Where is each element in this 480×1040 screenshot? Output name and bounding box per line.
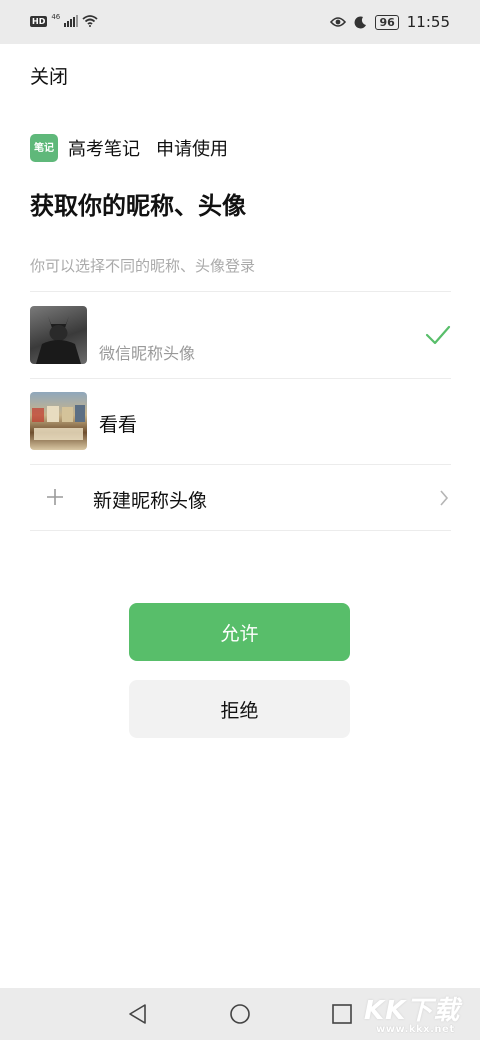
chevron-right-icon	[440, 490, 449, 506]
option-label: 看看	[99, 414, 138, 436]
avatar-photo-icon	[32, 405, 85, 440]
page-subtitle: 你可以选择不同的昵称、头像登录	[30, 257, 256, 275]
app-logo: 笔记	[30, 134, 58, 162]
clock: 11:55	[406, 13, 450, 31]
status-right: 96 11:55	[330, 13, 450, 31]
avatar-figure-icon	[36, 316, 81, 364]
watermark: KK下载 www.kkx.net	[360, 988, 480, 1040]
status-bar: HD 46 96 11:55	[0, 0, 480, 44]
signal-icon	[64, 15, 79, 27]
profile-option-wechat[interactable]: 微信昵称头像	[30, 292, 451, 378]
option-label: 微信昵称头像	[99, 344, 196, 363]
divider	[30, 464, 451, 465]
status-left: HD 46	[30, 13, 98, 27]
watermark-url: www.kkx.net	[376, 1024, 455, 1035]
app-identity: 笔记 高考笔记 申请使用	[30, 134, 228, 162]
home-icon[interactable]	[228, 1002, 252, 1026]
new-profile-option[interactable]: 新建昵称头像	[30, 466, 451, 530]
watermark-text: KK下载	[364, 996, 461, 1026]
moon-icon	[355, 15, 367, 28]
page-title: 获取你的昵称、头像	[30, 192, 246, 220]
profile-option-kankan[interactable]: 看看	[30, 379, 451, 465]
check-icon	[425, 325, 451, 345]
app-name: 高考笔记	[68, 139, 140, 160]
hd-badge: HD	[30, 15, 48, 27]
new-profile-label: 新建昵称头像	[93, 490, 208, 512]
battery-indicator: 96	[375, 14, 399, 30]
request-text: 申请使用	[156, 139, 228, 160]
avatar	[30, 392, 87, 450]
recent-apps-icon[interactable]	[330, 1002, 354, 1026]
plus-icon	[47, 489, 63, 505]
divider	[30, 530, 451, 531]
close-button[interactable]: 关闭	[30, 62, 68, 89]
wifi-icon	[82, 15, 98, 27]
allow-button[interactable]: 允许	[129, 603, 350, 661]
avatar	[30, 306, 87, 364]
deny-button[interactable]: 拒绝	[129, 680, 350, 738]
back-icon[interactable]	[126, 1002, 150, 1026]
eye-icon	[330, 17, 347, 27]
network-type: 46	[51, 13, 61, 21]
